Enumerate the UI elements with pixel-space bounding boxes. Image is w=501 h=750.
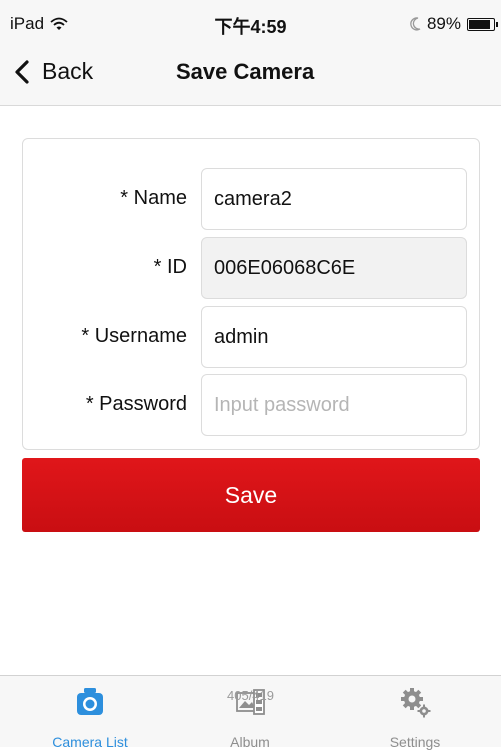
gear-icon	[401, 688, 431, 718]
tab-label: Camera List	[52, 734, 128, 750]
id-row: * ID	[23, 237, 481, 299]
tab-album[interactable]: Album	[190, 676, 310, 750]
password-label: * Password	[85, 393, 187, 415]
id-input[interactable]	[201, 237, 467, 299]
username-row: * Username	[23, 306, 481, 368]
password-row: * Password	[23, 374, 481, 436]
camera-form: * Name * ID * Username * Password	[22, 138, 480, 450]
tab-camera-list[interactable]: Camera List	[30, 676, 150, 750]
username-input[interactable]	[201, 306, 467, 368]
id-label: * ID	[153, 256, 187, 278]
name-input[interactable]	[201, 168, 467, 230]
tab-label: Settings	[389, 734, 441, 750]
moon-icon	[410, 17, 421, 31]
camera-icon	[77, 688, 103, 715]
back-label: Back	[42, 58, 94, 84]
username-label: * Username	[81, 325, 187, 347]
page-title: Save Camera	[176, 59, 315, 84]
battery-percent: 89%	[426, 14, 461, 33]
status-right: 89%	[409, 14, 498, 34]
nav-bar: Back Save Camera	[0, 44, 501, 106]
tab-label: Album	[230, 734, 270, 750]
name-label: * Name	[120, 187, 187, 209]
album-icon	[236, 689, 265, 715]
save-button[interactable]: Save	[22, 458, 480, 532]
back-button[interactable]: Back	[12, 58, 93, 85]
tab-settings[interactable]: Settings	[355, 676, 475, 750]
battery-icon	[467, 17, 498, 31]
chevron-left-icon	[15, 59, 29, 84]
status-bar: iPad 下午4:59 89%	[0, 0, 501, 44]
tab-bar: Camera List Album Settings	[0, 675, 501, 750]
password-input[interactable]	[201, 374, 467, 436]
name-row: * Name	[23, 168, 481, 230]
battery-fill	[469, 19, 491, 29]
